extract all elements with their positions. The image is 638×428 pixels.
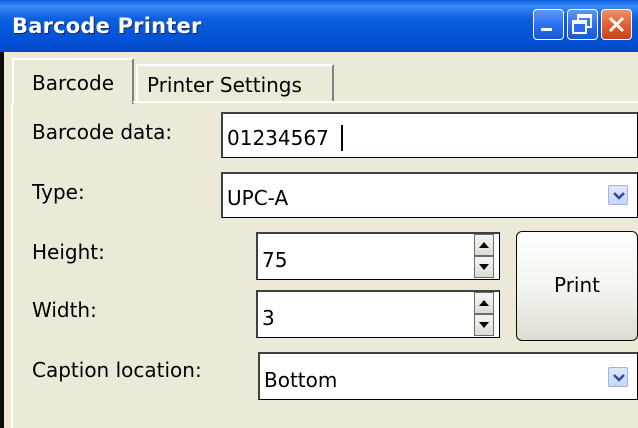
tab-barcode-label: Barcode [32, 71, 114, 95]
arrow-down-icon [479, 264, 489, 270]
arrow-up-icon [479, 242, 489, 248]
caption-location-dropdown-button[interactable] [608, 367, 628, 387]
height-input[interactable]: 75 [256, 232, 500, 280]
type-dropdown-button[interactable] [608, 185, 628, 205]
type-select[interactable]: UPC-A [221, 172, 638, 218]
restore-icon [572, 14, 592, 34]
caption-location-select[interactable]: Bottom [258, 352, 638, 400]
print-button-label: Print [553, 273, 600, 297]
arrow-up-icon [479, 300, 489, 306]
width-value: 3 [262, 306, 275, 330]
window-title: Barcode Printer [12, 14, 202, 38]
print-button[interactable]: Print [516, 231, 638, 341]
close-icon [608, 16, 625, 33]
width-input[interactable]: 3 [256, 290, 500, 338]
height-spin-down[interactable] [474, 256, 494, 278]
caption-location-label: Caption location: [32, 358, 202, 382]
barcode-data-input[interactable]: 01234567 [221, 112, 638, 158]
chevron-down-icon [613, 192, 625, 200]
tab-panel-left-border [11, 103, 13, 428]
window-left-border [0, 52, 4, 428]
width-spin-up[interactable] [474, 292, 494, 314]
height-spin-up[interactable] [474, 234, 494, 256]
tab-panel-border [133, 101, 638, 103]
width-spin-down[interactable] [474, 314, 494, 336]
width-label: Width: [32, 298, 97, 322]
tab-barcode[interactable]: Barcode [12, 58, 134, 104]
tab-printer-settings-label: Printer Settings [147, 73, 302, 97]
chevron-down-icon [613, 374, 625, 382]
type-value: UPC-A [227, 186, 289, 210]
barcode-printer-window: Barcode Printer Barcode Printer Settings [0, 0, 638, 428]
close-button[interactable] [601, 9, 632, 40]
caption-location-value: Bottom [264, 368, 338, 392]
minimize-button[interactable] [533, 9, 564, 40]
height-label: Height: [32, 240, 105, 264]
tab-printer-settings[interactable]: Printer Settings [136, 64, 334, 102]
arrow-down-icon [479, 322, 489, 328]
title-bar[interactable]: Barcode Printer [0, 0, 638, 52]
restore-button[interactable] [567, 9, 598, 40]
minimize-icon [541, 28, 552, 31]
type-label: Type: [32, 180, 85, 204]
barcode-data-label: Barcode data: [32, 120, 173, 144]
barcode-data-value: 01234567 [227, 126, 329, 150]
height-value: 75 [262, 248, 288, 272]
text-caret [341, 125, 343, 151]
